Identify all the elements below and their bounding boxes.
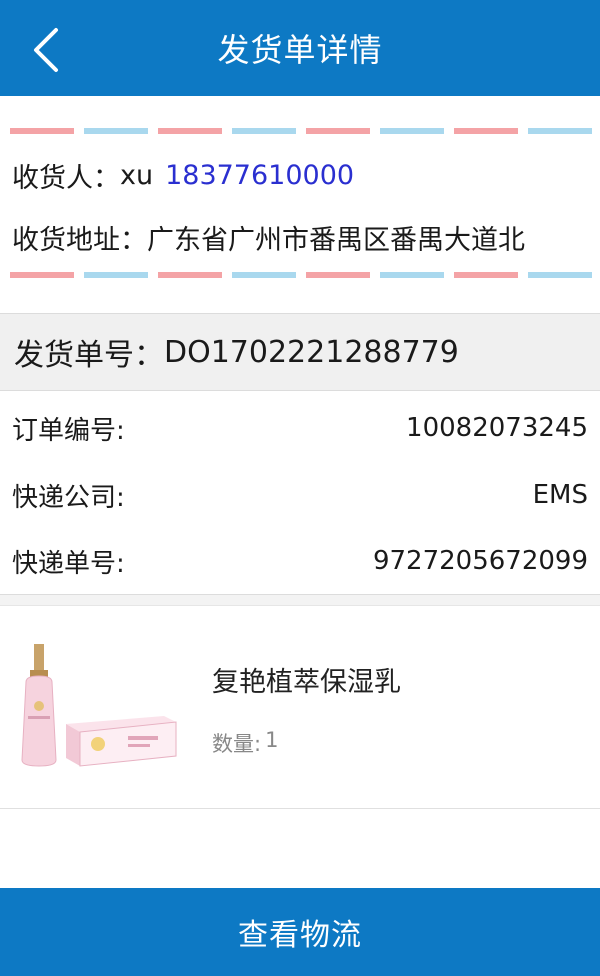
section-divider xyxy=(0,594,600,606)
address-value: 广东省广州市番禺区番禺大道北 xyxy=(147,224,525,256)
product-photo xyxy=(18,642,180,770)
info-label: 订单编号: xyxy=(12,415,125,446)
info-label: 快递单号: xyxy=(12,548,125,579)
airmail-border-top xyxy=(0,128,600,134)
receiver-name: xu xyxy=(120,159,154,191)
info-value: 10082073245 xyxy=(406,413,588,443)
info-label: 快递公司: xyxy=(12,482,125,513)
address-row: 收货地址： 广东省广州市番禺区番禺大道北 xyxy=(12,212,600,262)
courier-company-row: 快递公司: EMS xyxy=(12,465,588,525)
info-value: 9727205672099 xyxy=(372,546,588,576)
divider xyxy=(0,808,600,809)
receiver-label: 收货人： xyxy=(12,162,120,194)
receiver-phone[interactable]: 18377610000 xyxy=(165,160,354,191)
receiver-row: 收货人： xu 18377610000 xyxy=(12,150,354,200)
view-logistics-button[interactable]: 查看物流 xyxy=(0,888,600,976)
waybill-number: DO1702221288779 xyxy=(164,334,459,370)
quantity-label: 数量: xyxy=(212,732,262,756)
product-name[interactable]: 复艳植萃保湿乳 xyxy=(212,660,401,699)
tracking-number-row: 快递单号: 9727205672099 xyxy=(12,531,588,591)
waybill-number-band: 发货单号： DO1702221288779 xyxy=(0,313,600,391)
order-number-row: 订单编号: 10082073245 xyxy=(12,398,588,458)
top-app-bar: 发货单详情 xyxy=(0,0,600,96)
quantity-value: 1 xyxy=(265,728,279,752)
info-value: EMS xyxy=(532,480,588,510)
airmail-border-bottom xyxy=(0,272,600,278)
page-title: 发货单详情 xyxy=(217,31,383,69)
product-quantity: 数量: 1 xyxy=(212,728,278,758)
address-label: 收货地址： xyxy=(12,224,147,256)
waybill-label: 发货单号： xyxy=(14,338,164,373)
